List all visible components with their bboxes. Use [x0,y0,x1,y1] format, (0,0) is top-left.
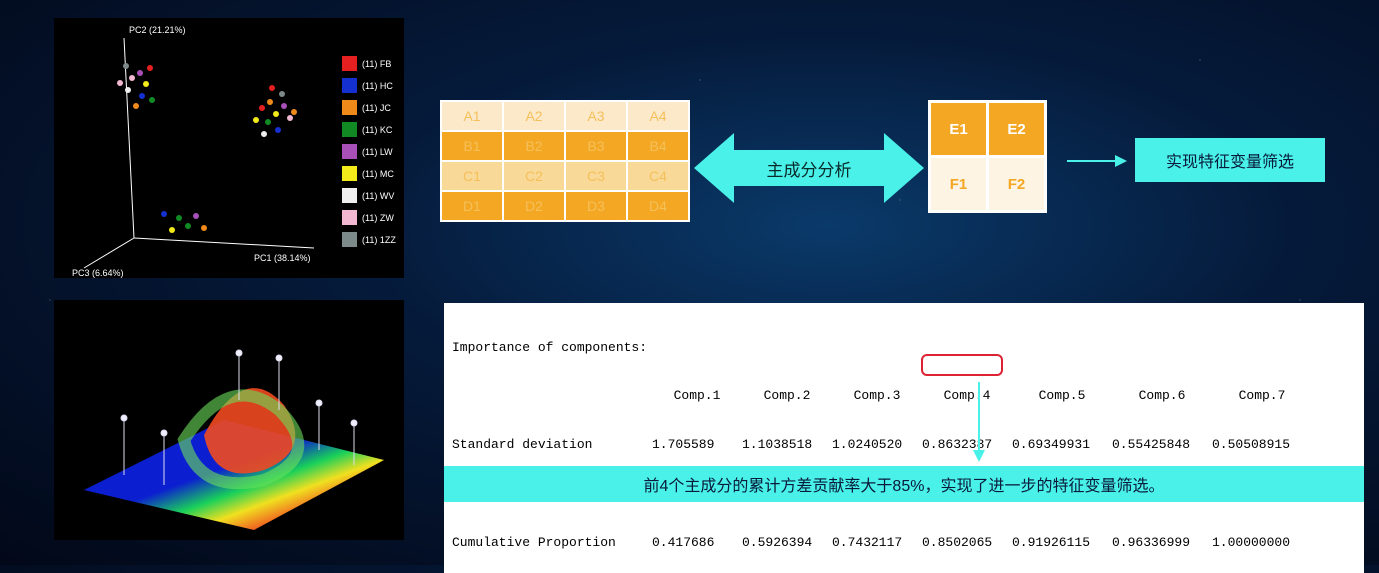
arrow-right-icon [1067,151,1127,171]
legend-label: (11) WV [362,191,394,201]
legend-swatch [342,188,357,203]
arrow-down-icon [978,382,980,452]
feature-selection-box: 实现特征变量筛选 [1135,138,1325,182]
importance-header-row: Comp.1 Comp.2 Comp.3 Comp.4 Comp.5 Comp.… [452,388,1356,404]
pca-legend: (11) FB (11) HC (11) JC (11) KC (11) LW (11) … [342,56,396,247]
legend-swatch [342,232,357,247]
highlight-ring [921,354,1003,376]
cell: C3 [565,161,627,191]
axis-pc1: PC1 (38.14%) [254,253,311,263]
cell: D1 [441,191,503,221]
cell: D4 [627,191,689,221]
legend-label: (11) KC [362,125,393,135]
cell: E2 [988,102,1046,157]
legend-label: (11) ZW [362,213,394,223]
axis-pc2: PC2 (21.21%) [129,25,186,35]
cell: E1 [930,102,988,157]
legend-label: (11) HC [362,81,393,91]
importance-row: Standard deviation 1.705589 1.1038518 1.… [452,437,1356,453]
cell: C2 [503,161,565,191]
legend-swatch [342,100,357,115]
axis-pc3: PC3 (6.64%) [72,268,124,278]
pca-double-arrow: 主成分分析 [694,128,924,208]
legend-label: (11) JC [362,103,391,113]
pca-3d-scatter-plot: PC1 (38.14%) PC2 (21.21%) PC3 (6.64%) (1… [54,18,404,278]
conclusion-bar: 前4个主成分的累计方差贡献率大于85%，实现了进一步的特征变量筛选。 [444,466,1364,502]
feature-selection-label: 实现特征变量筛选 [1166,148,1294,172]
legend-swatch [342,122,357,137]
pca-arrow-label: 主成分分析 [694,156,924,181]
legend-swatch [342,144,357,159]
legend-swatch [342,78,357,93]
legend-label: (11) LW [362,147,393,157]
cell: B1 [441,131,503,161]
legend-label: (11) FB [362,59,391,69]
cell: D3 [565,191,627,221]
cell: A1 [441,101,503,131]
importance-table: Importance of components: Comp.1 Comp.2 … [444,303,1364,573]
legend-label: (11) MC [362,169,394,179]
legend-swatch [342,166,357,181]
pca-points [117,63,297,233]
importance-title: Importance of components: [452,340,1356,356]
matrix-reduced: E1 E2 F1 F2 [928,100,1047,213]
surface-plot [54,300,404,540]
matrix-original: A1 A2 A3 A4 B1 B2 B3 B4 C1 C2 C3 C4 D1 D… [440,100,690,222]
cell: D2 [503,191,565,221]
legend-swatch [342,56,357,71]
cell: B2 [503,131,565,161]
cell: F2 [988,157,1046,212]
legend-swatch [342,210,357,225]
cell: A3 [565,101,627,131]
cell: C1 [441,161,503,191]
cell: A4 [627,101,689,131]
cell: B3 [565,131,627,161]
conclusion-text: 前4个主成分的累计方差贡献率大于85%，实现了进一步的特征变量筛选。 [644,472,1165,496]
cell: F1 [930,157,988,212]
cell: A2 [503,101,565,131]
legend-label: (11) 1ZZ [362,235,396,245]
cell: B4 [627,131,689,161]
importance-row: Cumulative Proportion 0.417686 0.5926394… [452,535,1356,551]
cell: C4 [627,161,689,191]
